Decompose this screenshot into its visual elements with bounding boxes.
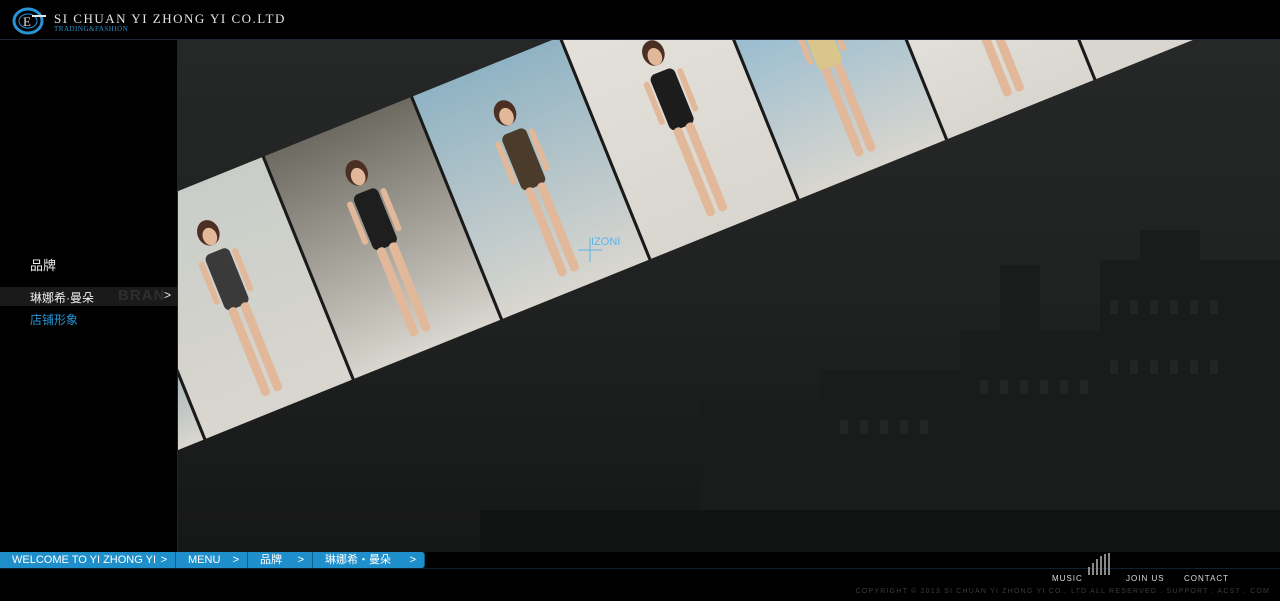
model-figure-icon [344,160,431,337]
gallery-stage [0,40,1280,552]
footer: MUSIC JOIN US CONTACT COPYRIGHT © 2013 S… [0,553,1280,601]
model-figure-icon [493,100,579,277]
sidebar-ghost-text: BRAN [118,287,166,304]
breadcrumb-label: 品牌 [260,554,282,566]
sidebar-item-store[interactable]: 店铺形象 [30,311,78,328]
chevron-right-icon: > [160,554,167,566]
breadcrumb-label: 琳娜希・曼朵 [325,554,391,566]
svg-text:E: E [23,14,31,29]
breadcrumb-menu[interactable]: MENU > [176,552,248,568]
sidebar-item-active[interactable]: 琳娜希·曼朵 BRAN > [0,287,177,306]
chevron-right-icon: > [232,554,239,566]
breadcrumb-welcome[interactable]: WELCOME TO YI ZHONG YI > [0,552,176,568]
company-tagline: TRADING&FASHION [54,25,129,33]
music-link[interactable]: MUSIC [1052,574,1083,583]
chevron-right-icon: > [409,554,416,566]
join-us-link[interactable]: JOIN US [1126,574,1165,583]
breadcrumb-brand[interactable]: 品牌 > [248,552,313,568]
breadcrumb-current[interactable]: 琳娜希・曼朵 > [313,552,425,568]
breadcrumb-label: MENU [188,554,221,566]
sidebar-item-label: 琳娜希·曼朵 [30,291,94,305]
chevron-right-icon: > [164,288,172,302]
contact-link[interactable]: CONTACT [1184,574,1229,583]
sidebar: 品牌 琳娜希·曼朵 BRAN > 店铺形象 [0,40,178,552]
header: E SI CHUAN YI ZHONG YI CO.LTD TRADING&FA… [0,0,1280,40]
chevron-right-icon: > [297,554,304,566]
model-figure-icon [196,220,282,397]
company-logo-icon[interactable]: E [12,7,52,35]
breadcrumb-label: WELCOME TO YI ZHONG YI [12,554,157,566]
model-figure-icon [791,40,876,157]
brand-watermark: IZONI [591,236,621,248]
music-equalizer-icon[interactable] [1088,553,1112,575]
sidebar-title: 品牌 [30,258,57,273]
model-figure-icon [641,40,727,217]
copyright-text: COPYRIGHT © 2013 SI CHUAN YI ZHONG YI CO… [855,588,1270,595]
